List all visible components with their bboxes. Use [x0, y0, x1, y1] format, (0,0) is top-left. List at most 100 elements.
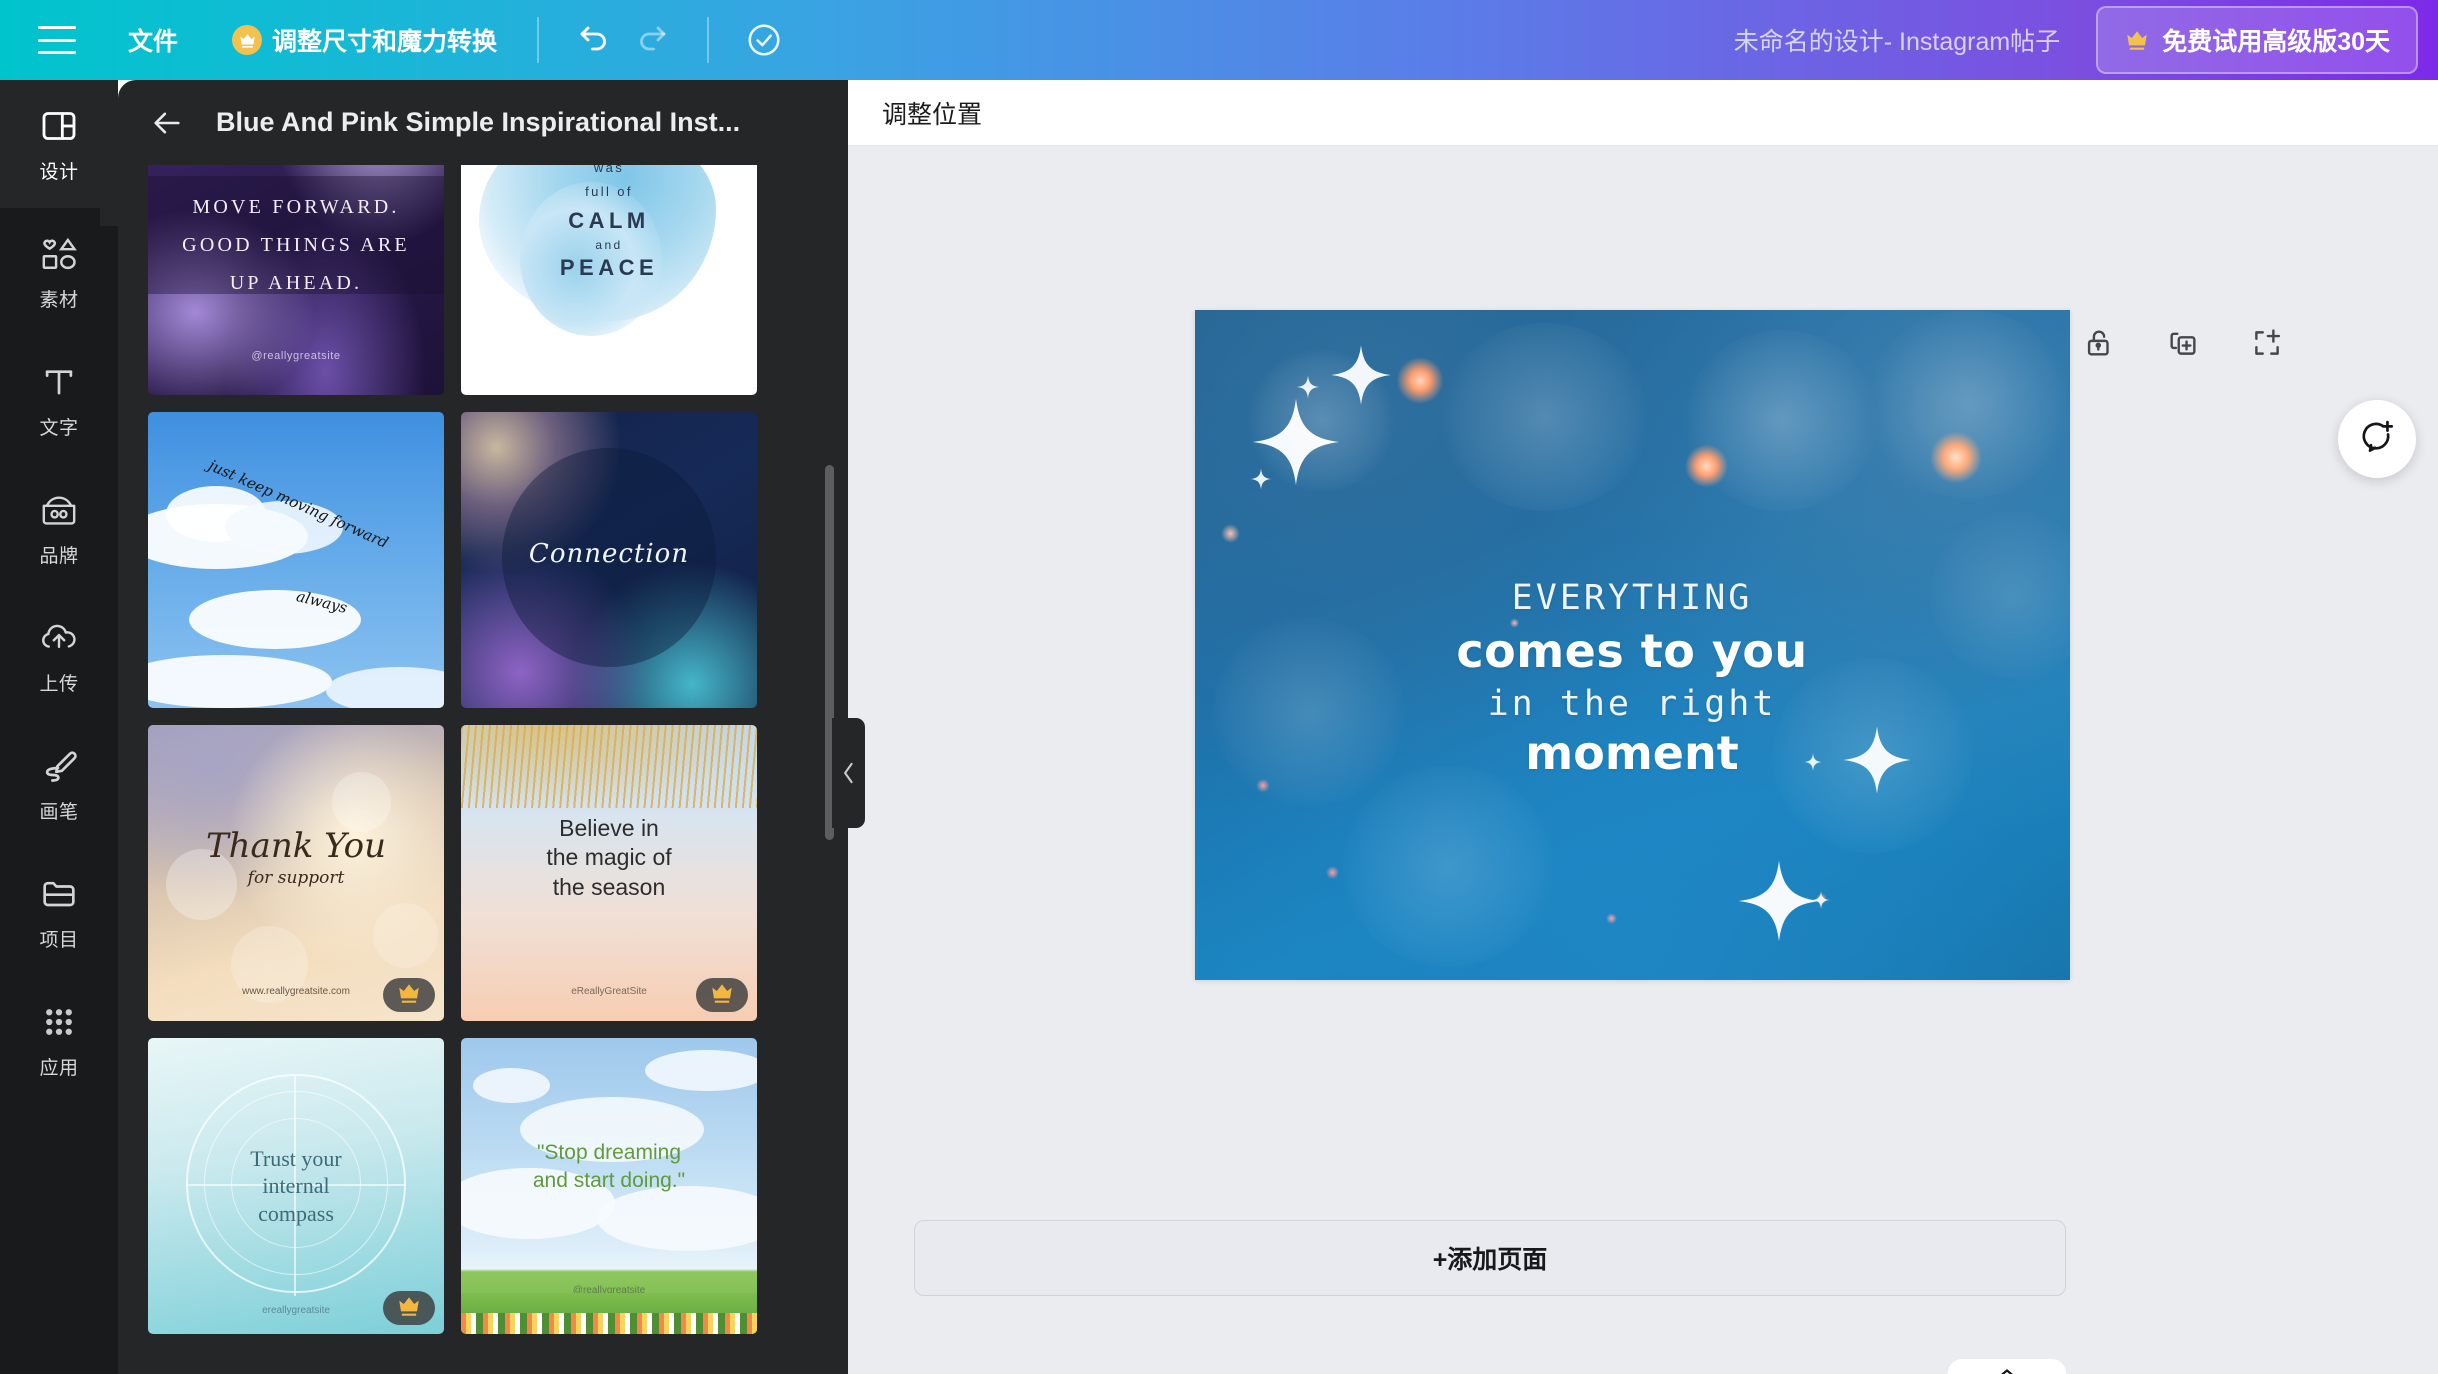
- add-page-button[interactable]: +添加页面: [914, 1220, 2066, 1296]
- sidebar-item-label: 素材: [39, 290, 79, 311]
- sidebar-item-label: 应用: [39, 1058, 79, 1079]
- sidebar-item-design[interactable]: 设计: [0, 80, 118, 226]
- template-line: Trust your: [250, 1145, 342, 1171]
- pro-trial-button[interactable]: 免费试用高级版30天: [2096, 6, 2418, 74]
- sidebar-item-label: 品牌: [39, 546, 79, 567]
- resize-magic-switch-label: 调整尺寸和魔力转换: [272, 28, 498, 56]
- sparkle-icon: [1249, 467, 1273, 491]
- design-text-line-3: in the right: [1487, 684, 1777, 724]
- template-thumbnail: Believe in the magic of the season eReal…: [461, 725, 757, 1021]
- folder-projects-icon: [39, 872, 79, 916]
- template-line: for support: [247, 867, 345, 888]
- sidebar-item-text[interactable]: 文字: [0, 336, 118, 464]
- template-line: and: [595, 237, 623, 252]
- template-line: Thank You: [205, 825, 386, 866]
- file-menu-button[interactable]: 文件: [114, 14, 192, 66]
- template-line: Connection: [528, 539, 690, 570]
- template-scroll-area[interactable]: MOVE FORWARD. GOOD THINGS ARE UP AHEAD. …: [118, 165, 848, 1374]
- apps-grid-icon: [41, 1000, 77, 1044]
- template-thumbnail: "Stop dreaming and start doing." @really…: [461, 1038, 757, 1334]
- top-bar-left-group: 文件 调整尺寸和魔力转换: [0, 0, 793, 80]
- main-header: 调整位置: [848, 80, 2438, 146]
- main-area: 调整位置 EVERYTHING comes to you in the righ…: [848, 80, 2438, 1374]
- template-thumbnail: this day was full of CALM and PEACE: [461, 165, 757, 395]
- template-card[interactable]: just keep moving forward always: [148, 412, 444, 708]
- template-card[interactable]: Connection: [461, 412, 757, 708]
- sidebar-item-draw[interactable]: 画笔: [0, 720, 118, 848]
- toolbar-divider-2: [707, 17, 710, 63]
- design-canvas[interactable]: EVERYTHING comes to you in the right mom…: [1194, 310, 2070, 980]
- pro-badge: [383, 978, 435, 1012]
- template-card[interactable]: Believe in the magic of the season eReal…: [461, 725, 757, 1021]
- chevron-left-icon: [840, 760, 858, 786]
- template-thumbnail: Connection: [461, 412, 757, 708]
- pro-badge: [383, 1291, 435, 1325]
- sidebar-item-apps[interactable]: 应用: [0, 976, 118, 1104]
- pro-badge: [696, 978, 748, 1012]
- template-line: PEACE: [559, 254, 659, 280]
- document-title[interactable]: 未命名的设计- Instagram帖子: [1734, 22, 2060, 58]
- draw-pen-icon: [39, 744, 79, 788]
- template-line: compass: [258, 1200, 334, 1226]
- panel-collapse-button[interactable]: [832, 718, 865, 828]
- template-card[interactable]: this day was full of CALM and PEACE: [461, 165, 757, 395]
- expand-bottom-bar-button[interactable]: [1948, 1359, 2066, 1374]
- top-bar: 文件 调整尺寸和魔力转换 未命名的设计- Instagram帖子 免费试用高级版…: [0, 0, 2438, 80]
- sidebar-item-label: 上传: [39, 674, 79, 695]
- design-text-line-1: EVERYTHING: [1511, 578, 1753, 618]
- crown-icon: [232, 25, 263, 55]
- template-line: the season: [552, 873, 666, 900]
- template-panel: Blue And Pink Simple Inspirational Inst.…: [118, 80, 848, 1374]
- redo-icon[interactable]: [623, 11, 681, 69]
- template-card[interactable]: Trust your internal compass ereallygreat…: [148, 1038, 444, 1334]
- resize-magic-switch-button[interactable]: 调整尺寸和魔力转换: [218, 14, 511, 66]
- pro-trial-label: 免费试用高级版30天: [2162, 28, 2390, 56]
- crown-icon: [2124, 27, 2150, 53]
- add-comment-icon: [2358, 418, 2396, 461]
- sidebar-item-label: 设计: [39, 162, 79, 183]
- arrow-left-icon[interactable]: [140, 96, 194, 150]
- sparkle-icon: [1295, 374, 1321, 400]
- design-text-block[interactable]: EVERYTHING comes to you in the right mom…: [1195, 578, 2070, 780]
- top-bar-right-group: 未命名的设计- Instagram帖子 免费试用高级版30天: [1734, 0, 2438, 80]
- design-text-line-2: comes to you: [1456, 624, 1808, 678]
- template-card[interactable]: MOVE FORWARD. GOOD THINGS ARE UP AHEAD. …: [148, 165, 444, 395]
- page-title: 调整位置: [882, 100, 983, 129]
- sidebar-item-label: 画笔: [39, 802, 79, 823]
- template-line: and start doing.": [532, 1168, 686, 1192]
- sparkle-icon: [1330, 344, 1392, 406]
- file-menu-label: 文件: [128, 28, 179, 56]
- template-thumbnail: Trust your internal compass ereallygreat…: [148, 1038, 444, 1334]
- crown-icon: [396, 1293, 422, 1324]
- sidebar-item-projects[interactable]: 项目: [0, 848, 118, 976]
- template-card[interactable]: "Stop dreaming and start doing." @really…: [461, 1038, 757, 1334]
- template-line: MOVE FORWARD.: [192, 195, 400, 218]
- template-panel-title: Blue And Pink Simple Inspirational Inst.…: [216, 107, 741, 137]
- sparkle-icon: [1251, 397, 1341, 487]
- hamburger-icon[interactable]: [38, 26, 76, 54]
- template-thumbnail: just keep moving forward always: [148, 412, 444, 708]
- sidebar-item-label: 项目: [39, 930, 79, 951]
- crown-icon: [396, 980, 422, 1011]
- upload-cloud-icon: [38, 616, 80, 660]
- undo-icon[interactable]: [565, 11, 623, 69]
- add-page-label: +添加页面: [1432, 1246, 1548, 1274]
- toolbar-divider-1: [537, 17, 540, 63]
- template-line: Believe in: [559, 814, 659, 841]
- sidebar-item-brand[interactable]: 品牌: [0, 464, 118, 592]
- canvas-wrapper: EVERYTHING comes to you in the right mom…: [914, 310, 2350, 1180]
- design-text-line-4: moment: [1525, 726, 1739, 780]
- left-rail: 设计 素材 文字 品牌 上传 画笔 项目 应用: [0, 80, 118, 1374]
- sidebar-item-label: 文字: [39, 418, 79, 439]
- sparkle-icon: [1737, 859, 1821, 943]
- template-credit: @reallygreatsite: [251, 350, 341, 363]
- sidebar-item-elements[interactable]: 素材: [0, 208, 118, 336]
- add-comment-button[interactable]: [2338, 400, 2416, 478]
- sidebar-item-uploads[interactable]: 上传: [0, 592, 118, 720]
- cloud-check-icon[interactable]: [735, 11, 793, 69]
- crown-icon: [709, 980, 735, 1011]
- template-card[interactable]: Thank You for support www.reallygreatsit…: [148, 725, 444, 1021]
- template-line: GOOD THINGS ARE: [182, 233, 410, 256]
- template-line: UP AHEAD.: [229, 271, 363, 294]
- text-T-icon: [40, 360, 78, 404]
